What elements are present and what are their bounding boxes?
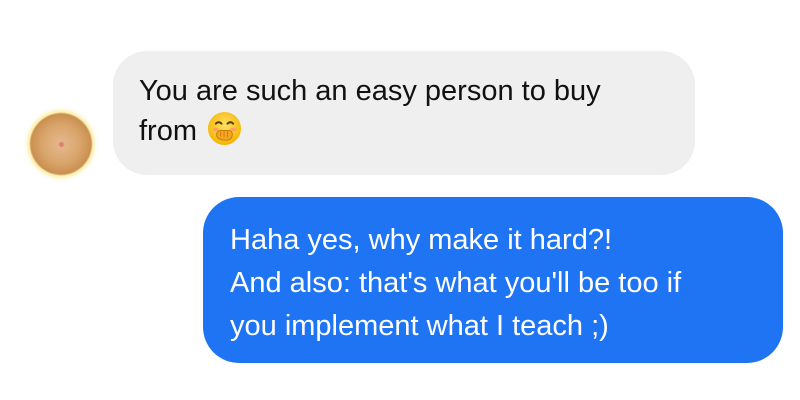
avatar-blur-detail xyxy=(59,142,64,147)
incoming-message-line-1: You are such an easy person to buy xyxy=(139,75,601,107)
outgoing-message-bubble[interactable]: Haha yes, why make it hard?! And also: t… xyxy=(203,197,783,363)
incoming-message-line-2: from xyxy=(139,111,669,151)
face-with-hand-over-mouth-icon xyxy=(207,111,242,146)
face-with-hand-over-mouth-icon-graphic xyxy=(208,111,242,146)
outgoing-message-line-3: you implement what I teach ;) xyxy=(230,310,609,342)
outgoing-message-line-1: Haha yes, why make it hard?! xyxy=(230,224,613,256)
chat-thread: You are such an easy person to buy from xyxy=(0,0,800,400)
outgoing-message-line-2: And also: that's what you'll be too if xyxy=(230,267,682,299)
incoming-message-line-2-text: from xyxy=(139,115,197,147)
sender-avatar[interactable] xyxy=(30,113,92,175)
incoming-message-bubble[interactable]: You are such an easy person to buy from xyxy=(113,51,695,175)
